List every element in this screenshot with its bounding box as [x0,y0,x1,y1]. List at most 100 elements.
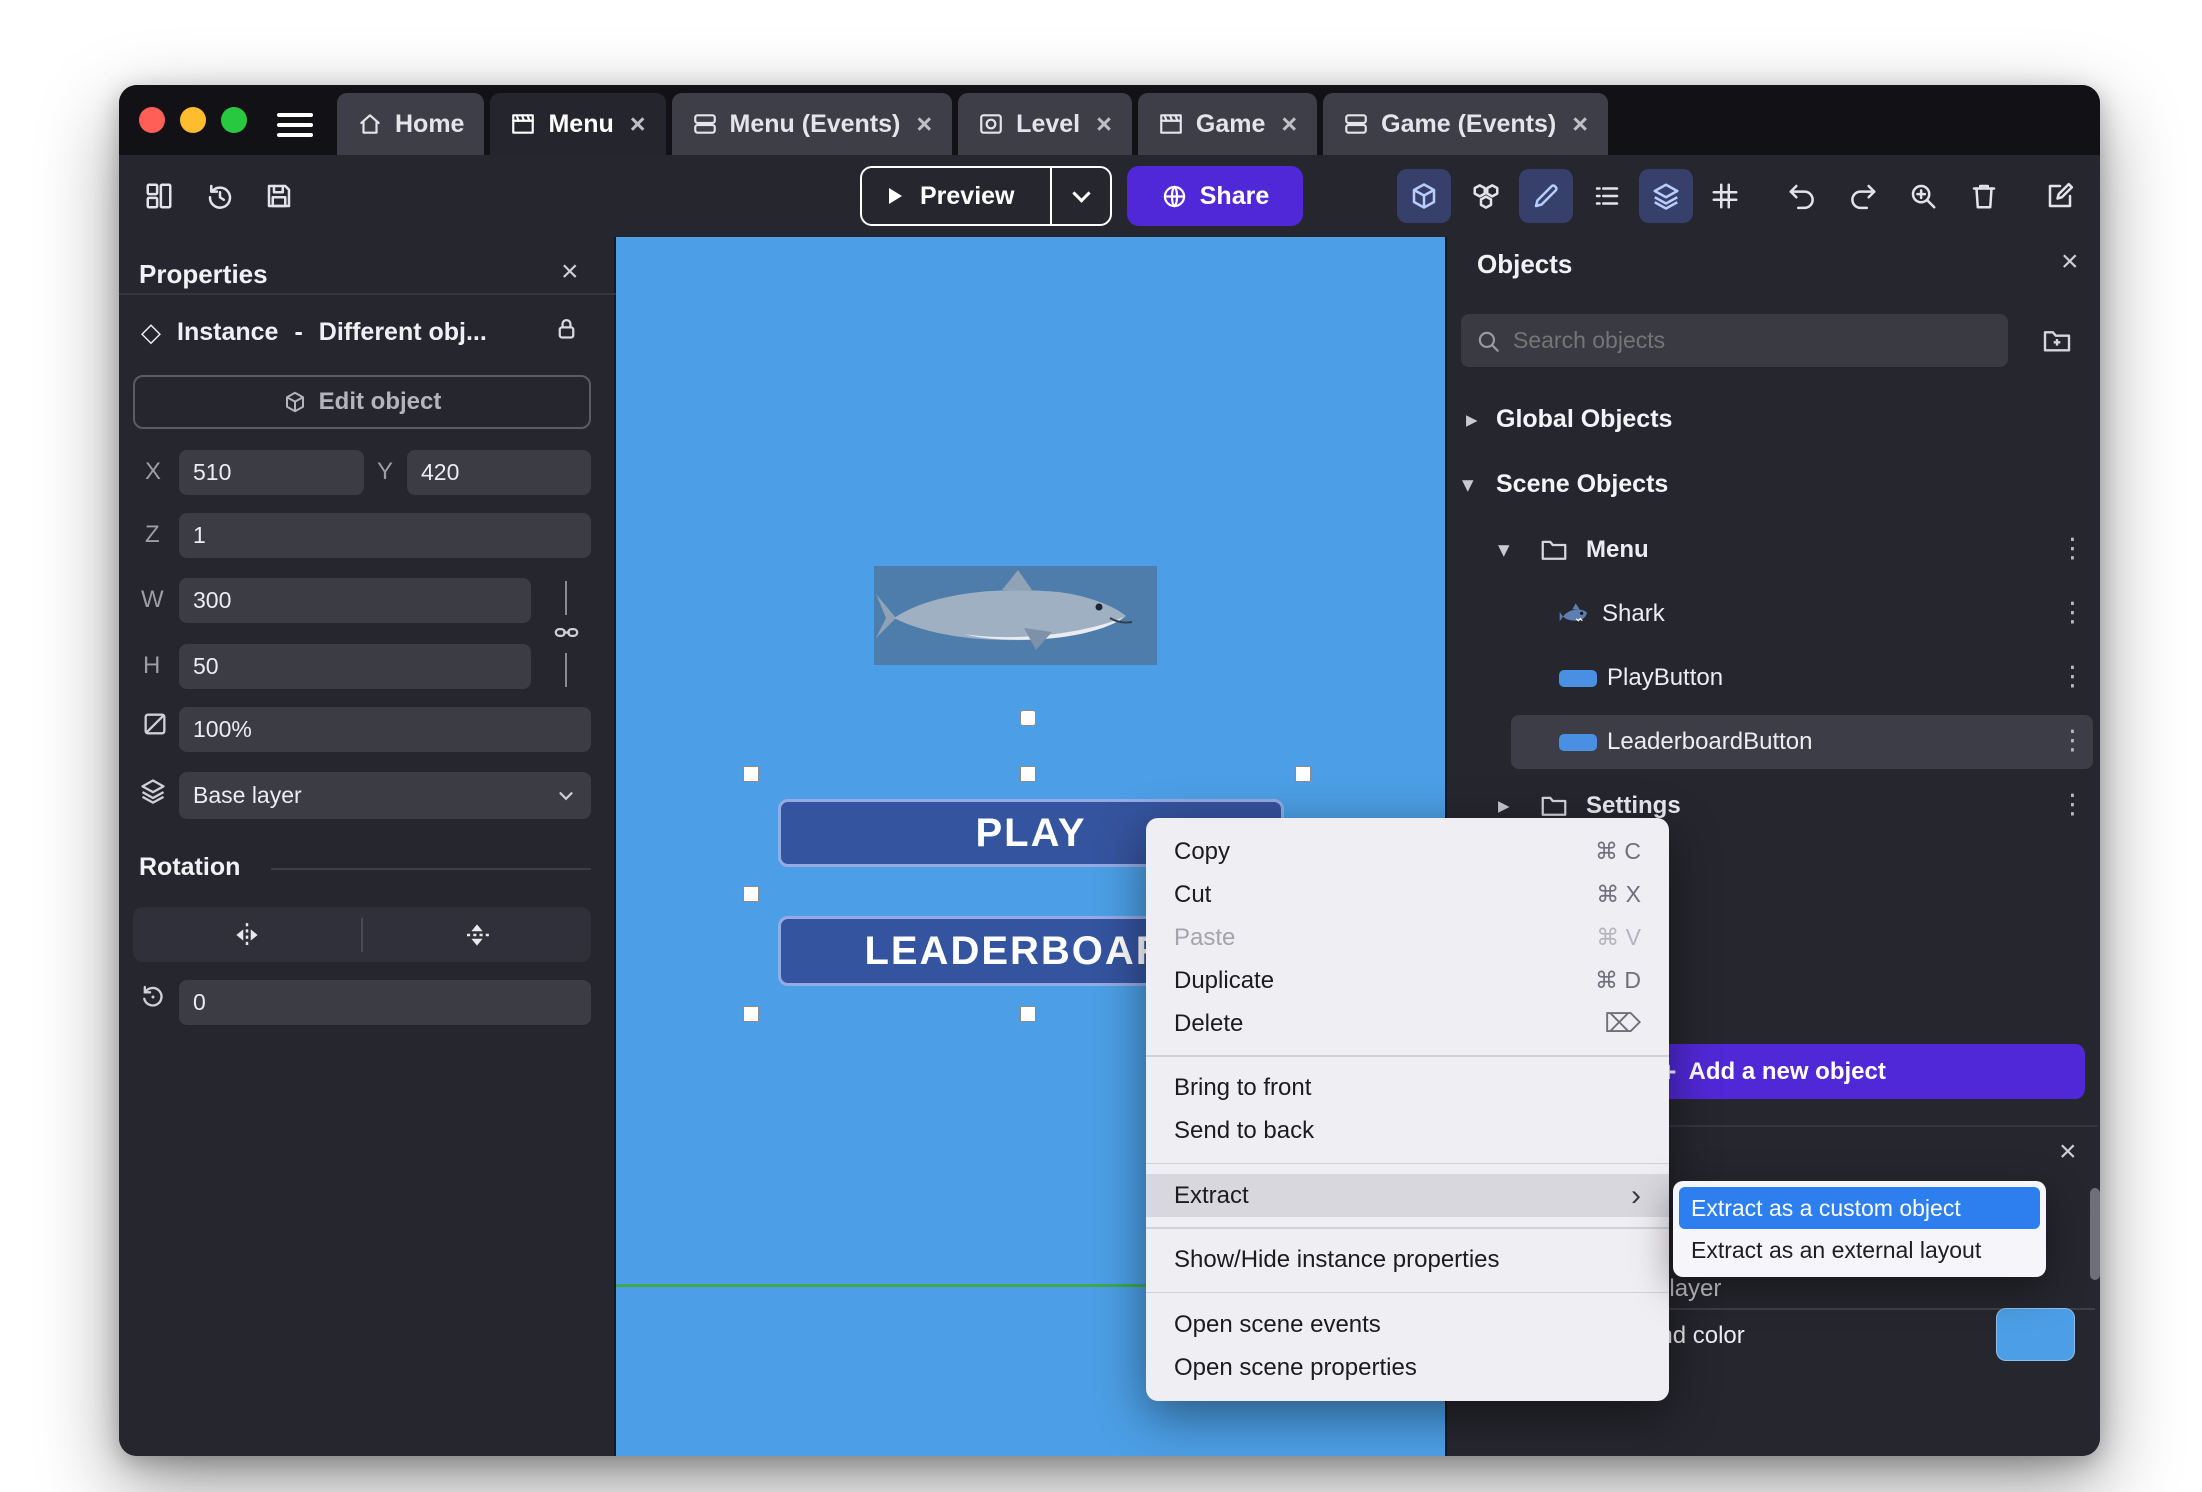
kebab-menu-icon[interactable]: ⋮ [2059,789,2086,820]
minimize-window-button[interactable] [180,107,206,133]
hamburger-menu-icon[interactable] [277,107,313,143]
tree-item-menu-folder[interactable]: ▾ Menu ⋮ [1447,525,2100,575]
preview-dropdown-button[interactable] [1052,183,1110,203]
delete-button[interactable] [1957,169,2011,223]
context-menu-item-open-scene-properties[interactable]: Open scene properties [1146,1346,1669,1389]
kebab-menu-icon[interactable]: ⋮ [2059,597,2086,628]
selection-handle-top-right[interactable] [1295,766,1311,782]
trash-icon [1972,184,1996,209]
tab-close-icon[interactable]: × [1096,110,1112,138]
tab-menu-events[interactable]: Menu (Events) × [671,93,953,155]
group-label: Global Objects [1496,405,1673,433]
w-input[interactable] [179,578,531,623]
share-button[interactable]: Share [1127,166,1303,226]
layers-panel-button[interactable] [1639,169,1693,223]
grid-button[interactable] [1698,169,1752,223]
y-input[interactable] [407,450,591,495]
kebab-menu-icon[interactable]: ⋮ [2059,661,2086,692]
scrollbar-thumb[interactable] [2090,1188,2100,1280]
tree-item-global-objects[interactable]: ▸ Global Objects [1447,395,2100,445]
selection-handle-mid-left[interactable] [743,886,759,902]
x-input[interactable] [179,450,364,495]
zoom-button[interactable] [1896,169,1950,223]
expanded-chevron-icon[interactable]: ▾ [1462,471,1474,498]
context-menu-item-duplicate[interactable]: Duplicate ⌘ D [1146,959,1669,1002]
context-menu-item-extract[interactable]: Extract › [1146,1174,1669,1217]
rotation-input[interactable] [179,980,591,1025]
history-button[interactable] [193,169,247,223]
tab-close-icon[interactable]: × [1281,110,1297,138]
context-menu-item-cut[interactable]: Cut ⌘ X [1146,873,1669,916]
collapsed-chevron-icon[interactable]: ▸ [1498,792,1510,819]
selection-handle-bottom-center[interactable] [1020,1006,1036,1022]
context-menu-item-open-scene-events[interactable]: Open scene events [1146,1303,1669,1346]
flip-vertical-button[interactable] [363,907,591,962]
redo-button[interactable] [1836,169,1890,223]
kebab-menu-icon[interactable]: ⋮ [2059,533,2086,564]
save-button[interactable] [252,169,306,223]
tree-item-playbutton[interactable]: PlayButton ⋮ [1447,653,2100,703]
search-input[interactable] [1513,327,1994,354]
play-icon [889,188,902,204]
undo-button[interactable] [1775,169,1829,223]
selection-handle-top-left[interactable] [743,766,759,782]
layer-select[interactable]: Base layer [179,772,591,819]
tab-game[interactable]: Game × [1137,93,1318,155]
pencil-icon [1534,184,1558,208]
tab-menu[interactable]: Menu × [490,93,666,155]
new-folder-icon[interactable] [2041,325,2073,357]
preview-button[interactable]: Preview [860,166,1112,226]
edit-object-button[interactable]: Edit object [133,375,591,429]
share-label: Share [1199,181,1270,210]
submenu-item-extract-as-external-layout[interactable]: Extract as an external layout [1679,1229,2040,1271]
context-menu-item-copy[interactable]: Copy ⌘ C [1146,830,1669,873]
zoom-window-button[interactable] [221,107,247,133]
rotation-handle[interactable] [1020,710,1036,726]
context-menu-item-show-hide-instance-properties[interactable]: Show/Hide instance properties [1146,1239,1669,1282]
context-menu-item-delete[interactable]: Delete ⌦ [1146,1002,1669,1045]
objects-mode-button[interactable] [1459,169,1513,223]
edit-scene-button[interactable] [2033,169,2087,223]
tab-home[interactable]: Home [337,93,485,155]
selection-handle-top-center[interactable] [1020,766,1036,782]
background-color-swatch[interactable] [1996,1308,2075,1361]
close-objects-icon[interactable]: × [2061,247,2079,277]
flip-controls [133,907,591,962]
rotate-icon [143,985,163,1007]
tab-close-icon[interactable]: × [630,110,646,138]
button-object-icon [1559,734,1597,751]
context-menu-item-send-to-back[interactable]: Send to back [1146,1110,1669,1153]
project-manager-button[interactable] [132,169,186,223]
grid-icon [1712,183,1738,209]
chevron-down-icon [1071,183,1091,203]
close-properties-icon[interactable]: × [561,257,579,287]
search-box[interactable] [1461,314,2008,367]
selection-handle-bottom-left[interactable] [743,1006,759,1022]
edit-mode-button[interactable] [1519,169,1573,223]
instance-label: Instance [177,318,279,346]
lock-icon[interactable] [553,315,580,342]
tree-item-shark[interactable]: Shark ⋮ [1447,589,2100,639]
tree-item-scene-objects[interactable]: ▾ Scene Objects [1447,460,2100,510]
h-input[interactable] [179,644,531,689]
tab-close-icon[interactable]: × [916,110,932,138]
tab-level[interactable]: Level × [958,93,1132,155]
z-input[interactable] [179,513,591,558]
expanded-chevron-icon[interactable]: ▾ [1498,536,1510,563]
close-layers-icon[interactable]: × [2059,1137,2077,1167]
menu-item-shortcut: ⌘ D [1595,967,1641,993]
tree-item-leaderboardbutton[interactable]: LeaderboardButton ⋮ [1447,717,2100,767]
link-icon[interactable] [553,619,580,646]
instances-list-button[interactable] [1580,169,1634,223]
submenu-item-extract-as-custom-object[interactable]: Extract as a custom object [1679,1187,2040,1229]
flip-horizontal-button[interactable] [133,907,361,962]
close-window-button[interactable] [139,107,165,133]
context-menu-item-bring-to-front[interactable]: Bring to front [1146,1067,1669,1110]
opacity-input[interactable] [179,707,591,752]
collapsed-chevron-icon[interactable]: ▸ [1466,406,1478,433]
shark-sprite[interactable] [874,566,1157,665]
kebab-menu-icon[interactable]: ⋮ [2059,725,2086,756]
edit-object-mode-button[interactable] [1397,169,1451,223]
tab-game-events[interactable]: Game (Events) × [1323,93,1608,155]
tab-close-icon[interactable]: × [1572,110,1588,138]
